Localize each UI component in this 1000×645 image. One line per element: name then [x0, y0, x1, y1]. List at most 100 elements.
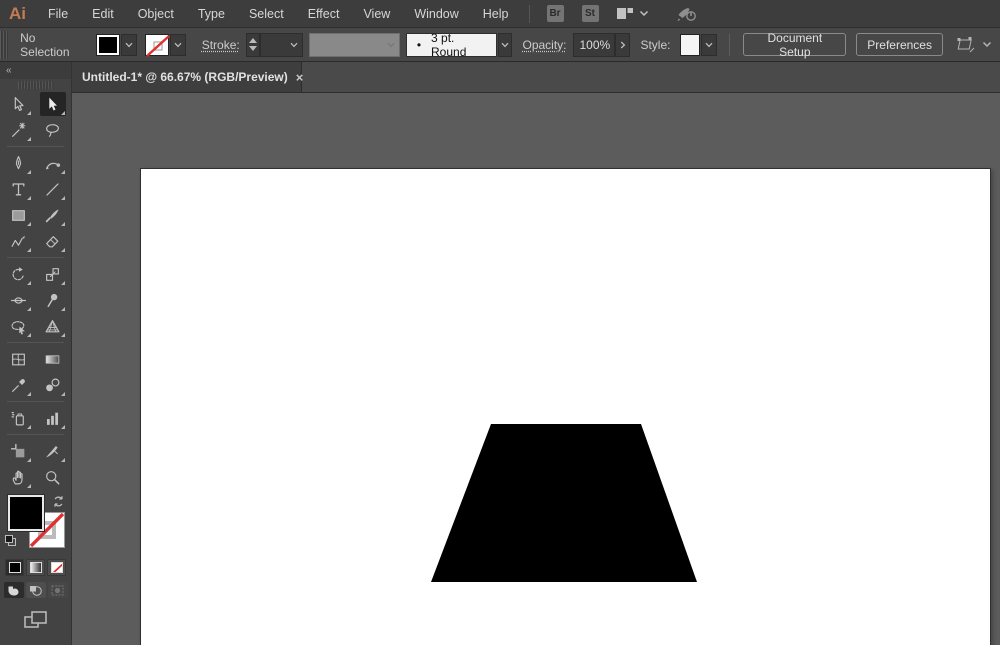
- menu-object[interactable]: Object: [126, 0, 186, 28]
- tool-perspective-grid[interactable]: [40, 314, 66, 338]
- brush-definition-dropdown[interactable]: [498, 33, 513, 57]
- fill-swatch[interactable]: [96, 34, 120, 56]
- tab-close-icon[interactable]: ×: [296, 70, 304, 85]
- fill-dropdown[interactable]: [121, 34, 137, 56]
- workspace-switcher-icon[interactable]: [616, 6, 649, 21]
- tool-column-graph[interactable]: [40, 406, 66, 430]
- draw-behind-button[interactable]: [26, 582, 46, 598]
- tool-paintbrush[interactable]: [40, 203, 66, 227]
- tool-rectangle[interactable]: [6, 203, 32, 227]
- menu-window[interactable]: Window: [402, 0, 470, 28]
- tool-width[interactable]: [6, 288, 32, 312]
- tool-eraser[interactable]: [40, 229, 66, 253]
- draw-normal-button[interactable]: [4, 582, 24, 598]
- tool-group-divider: [7, 434, 64, 435]
- tool-artboard[interactable]: [6, 439, 32, 463]
- stroke-color-control[interactable]: [145, 34, 186, 56]
- tools-panel-grip[interactable]: [18, 81, 53, 89]
- tool-gradient[interactable]: [40, 347, 66, 371]
- menu-view[interactable]: View: [351, 0, 402, 28]
- menu-edit[interactable]: Edit: [80, 0, 126, 28]
- transform-reference-icon[interactable]: [956, 36, 992, 54]
- document-tab[interactable]: Untitled-1* @ 66.67% (RGB/Preview) ×: [72, 62, 302, 92]
- stock-button[interactable]: St: [582, 5, 599, 22]
- color-button[interactable]: [5, 559, 24, 576]
- tool-slice[interactable]: [40, 439, 66, 463]
- stroke-swatch-none[interactable]: [145, 34, 169, 56]
- menu-select[interactable]: Select: [237, 0, 296, 28]
- tool-line-segment[interactable]: [40, 177, 66, 201]
- style-label: Style:: [640, 38, 670, 52]
- opacity-expand-icon[interactable]: [615, 33, 631, 57]
- tool-symbol-sprayer[interactable]: [6, 406, 32, 430]
- fill-stroke-area: [0, 495, 71, 555]
- stroke-label[interactable]: Stroke:: [202, 38, 240, 52]
- brush-definition-button[interactable]: • 3 pt. Round: [406, 33, 497, 57]
- artwork-layer: [141, 169, 990, 645]
- tool-magic-wand[interactable]: [6, 118, 32, 142]
- change-screen-mode-icon[interactable]: [0, 609, 71, 631]
- tool-eyedropper[interactable]: [6, 373, 32, 397]
- tools-panel: «: [0, 62, 72, 645]
- bridge-button[interactable]: Br: [547, 5, 564, 22]
- tool-hand[interactable]: [6, 465, 32, 489]
- menu-type[interactable]: Type: [186, 0, 237, 28]
- tool-puppet-warp[interactable]: [40, 288, 66, 312]
- stroke-width-stepper[interactable]: [246, 33, 260, 57]
- default-fill-stroke-icon[interactable]: [4, 534, 18, 553]
- tool-group-divider: [7, 342, 64, 343]
- gpu-performance-rocket-icon[interactable]: [675, 5, 697, 23]
- opacity-label[interactable]: Opacity:: [522, 38, 566, 52]
- stepper-down-icon[interactable]: [249, 46, 257, 51]
- fill-color-control[interactable]: [96, 34, 137, 56]
- menubar-divider: [529, 5, 530, 23]
- tool-group-divider: [7, 146, 64, 147]
- document-tab-bar: Untitled-1* @ 66.67% (RGB/Preview) ×: [72, 62, 1000, 93]
- tool-type[interactable]: [6, 177, 32, 201]
- tool-curvature[interactable]: [40, 151, 66, 175]
- tool-shaper[interactable]: [6, 229, 32, 253]
- tool-shape-builder[interactable]: [6, 314, 32, 338]
- gradient-button[interactable]: [26, 559, 45, 576]
- tool-rotate[interactable]: [6, 262, 32, 286]
- style-dropdown[interactable]: [701, 34, 717, 56]
- style-control[interactable]: [680, 34, 717, 56]
- drawing-mode-buttons: [0, 582, 71, 598]
- preferences-button[interactable]: Preferences: [856, 33, 943, 56]
- tool-pen[interactable]: [6, 151, 32, 175]
- selection-status: No Selection: [20, 31, 82, 59]
- stroke-dropdown[interactable]: [170, 34, 186, 56]
- tool-zoom[interactable]: [40, 465, 66, 489]
- tool-lasso[interactable]: [40, 118, 66, 142]
- style-swatch[interactable]: [680, 34, 700, 56]
- stroke-width-field[interactable]: [260, 33, 304, 57]
- collapse-panel-chevrons-icon[interactable]: «: [0, 62, 71, 79]
- tool-selection[interactable]: [6, 92, 32, 116]
- document-setup-button[interactable]: Document Setup: [743, 33, 846, 56]
- none-button[interactable]: [47, 559, 66, 576]
- draw-inside-button: [48, 582, 68, 598]
- tool-group-divider: [7, 401, 64, 402]
- menu-help[interactable]: Help: [471, 0, 521, 28]
- document-tab-title: Untitled-1* @ 66.67% (RGB/Preview): [82, 70, 288, 84]
- opacity-field[interactable]: 100%: [573, 33, 615, 57]
- menu-file[interactable]: File: [36, 0, 80, 28]
- tool-blend[interactable]: [40, 373, 66, 397]
- artboard[interactable]: [140, 168, 991, 645]
- brush-definition-value: 3 pt. Round: [431, 31, 486, 59]
- tool-group-divider: [7, 257, 64, 258]
- stepper-up-icon[interactable]: [249, 38, 257, 43]
- controlbar-grip-handle[interactable]: [0, 31, 8, 59]
- paint-style-buttons: [0, 559, 71, 576]
- menu-effect[interactable]: Effect: [296, 0, 352, 28]
- fill-proxy-swatch[interactable]: [8, 495, 44, 531]
- swap-fill-stroke-icon[interactable]: [52, 495, 65, 513]
- illustrator-logo: Ai: [0, 4, 36, 24]
- variable-width-profile-dropdown: [309, 33, 400, 57]
- canvas-area[interactable]: [72, 93, 1000, 645]
- tool-direct-selection[interactable]: [40, 92, 66, 116]
- tool-mesh[interactable]: [6, 347, 32, 371]
- trapezoid-shape[interactable]: [431, 424, 697, 582]
- control-bar: No Selection Stroke: • 3 pt. Round: [0, 28, 1000, 62]
- tool-scale[interactable]: [40, 262, 66, 286]
